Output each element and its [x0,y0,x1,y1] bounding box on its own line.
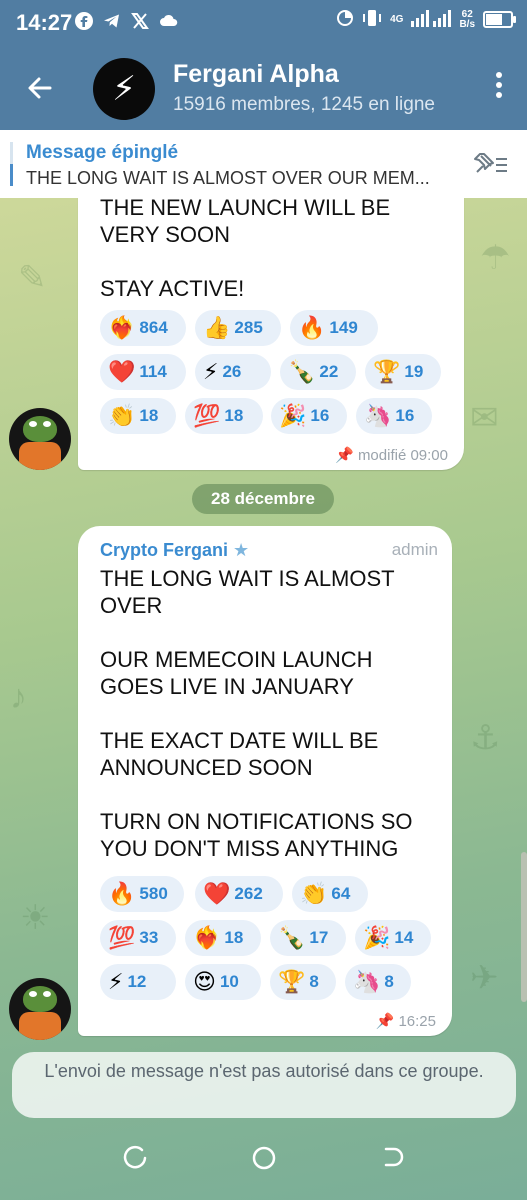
reaction-chip[interactable]: ⚡ 12 [100,964,176,1000]
telegram-icon [102,11,122,36]
doodle-icon: ⚓ [470,719,501,757]
date-separator: 28 décembre [192,484,334,514]
vibrate-icon [362,9,382,30]
status-time: 14:27 [16,10,73,35]
x-icon [130,11,150,36]
system-nav-bar [0,1120,527,1200]
reaction-chip[interactable]: ❤️‍🔥 864 [100,310,186,346]
message-bubble[interactable]: Crypto Fergani ★ admin THE LONG WAIT IS … [78,526,452,1036]
chat-area[interactable]: ✎ ☂ ✉ ♪ ⚓ ☀ ✈ THE NEW LAUNCH WILL BE VER… [0,198,527,1200]
message-bubble[interactable]: THE NEW LAUNCH WILL BE VERY SOON STAY AC… [78,198,464,470]
battery-icon [483,11,516,28]
message-text: THE NEW LAUNCH WILL BE VERY SOON STAY AC… [100,198,391,301]
reaction-chip[interactable]: 👏 64 [292,876,368,912]
signal-icon [411,9,452,30]
reaction-chip[interactable]: 🏆 8 [270,964,336,1000]
reaction-chip[interactable]: ❤️ 262 [195,876,283,912]
reaction-chip[interactable]: 🔥 580 [100,876,184,912]
sender-role: admin [391,540,438,559]
back-nav-icon[interactable] [378,1144,406,1172]
doodle-icon: ✎ [18,259,47,297]
doodle-icon: ☂ [480,239,511,277]
status-bar: 14:27 4G 62 B/s [0,0,527,46]
user-avatar[interactable] [9,408,71,470]
group-avatar[interactable]: ⚡ [93,58,155,120]
pin-icon: 📌 [335,447,354,464]
cloud-icon [158,11,180,36]
reaction-chip[interactable]: 😍 10 [185,964,261,1000]
data-saver-icon [336,9,354,30]
doodle-icon: ☀ [20,899,51,937]
reaction-chip[interactable]: 🦄 8 [345,964,411,1000]
reaction-chip[interactable]: 🍾 17 [270,920,346,956]
doodle-icon: ✈ [470,959,499,997]
pinned-message-bar[interactable]: Message épinglé THE LONG WAIT IS ALMOST … [0,130,527,199]
sender-name[interactable]: Crypto Fergani ★ [100,540,249,561]
status-left-icons [74,11,180,36]
message-meta: 📌 16:25 [375,1013,436,1030]
reaction-chip[interactable]: ❤️‍🔥 18 [185,920,261,956]
reaction-chip[interactable]: ⚡ 26 [195,354,271,390]
pin-icon: 📌 [375,1013,395,1030]
reaction-chip[interactable]: 🎉 14 [355,920,431,956]
user-avatar[interactable] [9,978,71,1040]
facebook-icon [74,11,94,36]
reaction-chip[interactable]: 🍾 22 [280,354,356,390]
pinned-list-icon[interactable] [471,150,509,178]
home-icon[interactable] [250,1144,278,1172]
pinned-text: THE LONG WAIT IS ALMOST OVER OUR MEM... [26,168,430,188]
messaging-disabled-notice: L'envoi de message n'est pas autorisé da… [12,1052,516,1118]
reaction-chip[interactable]: 💯 18 [185,398,263,434]
network-type: 4G [390,13,404,25]
reaction-chip[interactable]: 💯 33 [100,920,176,956]
doodle-icon: ✉ [470,399,499,437]
pinned-title: Message épinglé [26,142,179,163]
status-right-icons: 4G 62 B/s [336,8,516,30]
recents-icon[interactable] [122,1144,150,1172]
reaction-chip[interactable]: 🔥 149 [290,310,378,346]
group-subtitle: 15916 membres, 1245 en ligne [173,94,435,115]
reaction-chip[interactable]: 👍 285 [195,310,281,346]
net-speed: 62 B/s [459,8,475,30]
reaction-chip[interactable]: 👏 18 [100,398,176,434]
pinned-indicator [10,142,13,186]
message-meta: 📌 modifié 09:00 [335,447,448,464]
reaction-chip[interactable]: 🦄 16 [356,398,432,434]
doodle-icon: ♪ [10,678,27,716]
reaction-chip[interactable]: ❤️ 114 [100,354,186,390]
reaction-chip[interactable]: 🎉 16 [271,398,347,434]
more-options-icon[interactable] [493,72,505,104]
message-text: THE LONG WAIT IS ALMOST OVER OUR MEMECOI… [100,566,413,861]
star-icon: ★ [233,540,250,560]
chat-header: ⚡ Fergani Alpha 15916 membres, 1245 en l… [0,46,527,130]
scrollbar[interactable] [521,852,527,1002]
back-arrow-icon[interactable] [22,70,58,106]
reaction-chip[interactable]: 🏆 19 [365,354,441,390]
group-title[interactable]: Fergani Alpha [173,60,339,89]
